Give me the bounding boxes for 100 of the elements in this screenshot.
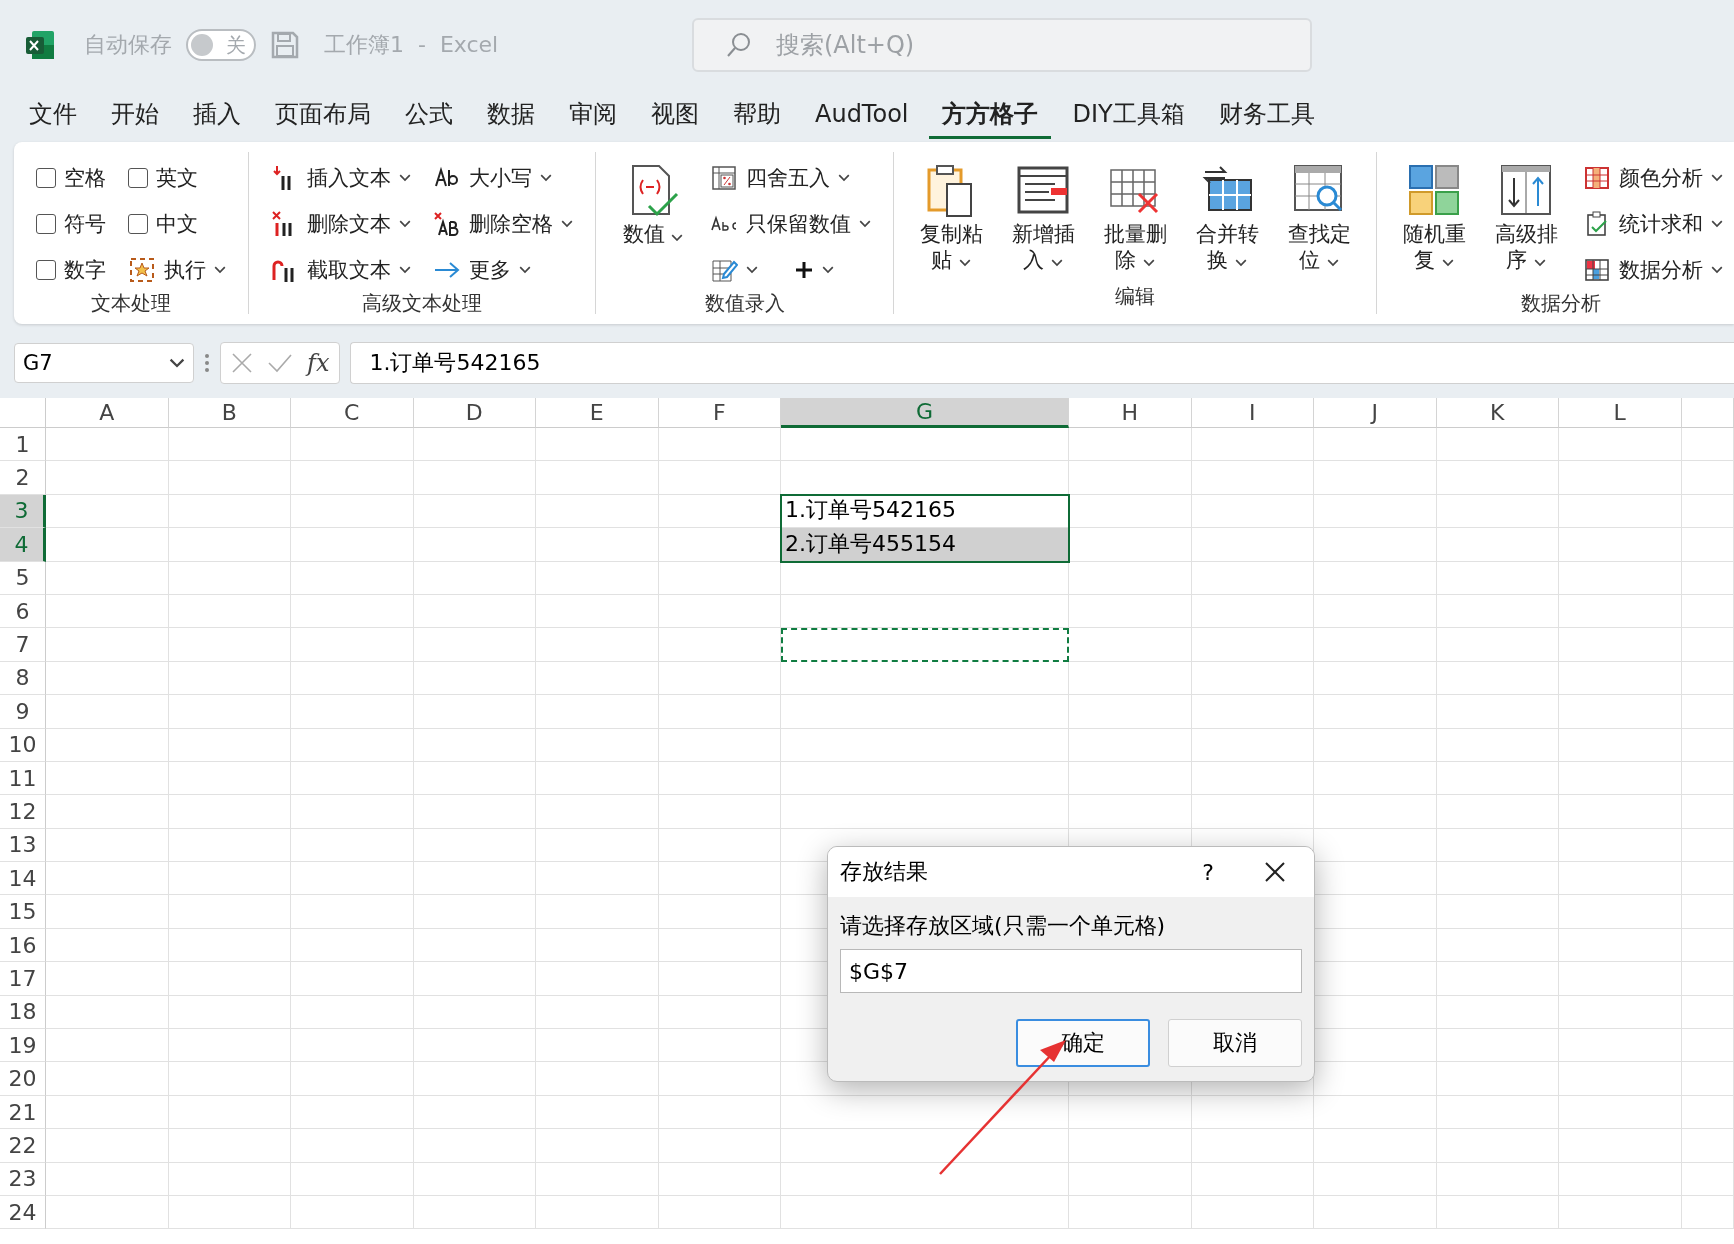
column-header[interactable] [1681, 398, 1734, 428]
sort-columns-icon [1498, 162, 1554, 218]
dialog-button[interactable]: 确定 [1016, 1019, 1150, 1067]
ribbon-large-button[interactable]: 高级排序 [1491, 158, 1561, 274]
caret-icon [1326, 259, 1339, 267]
ribbon-large-button[interactable]: 新增插入 [1008, 158, 1078, 274]
ribbon-menu-button[interactable]: 执行 [128, 250, 226, 290]
row-header[interactable]: 6 [0, 594, 46, 629]
ribbon-checkbox[interactable]: 数字 [36, 250, 106, 290]
close-icon[interactable] [1264, 861, 1286, 883]
ribbon-menu-button[interactable]: 插入文本 [271, 158, 411, 198]
row-header[interactable]: 9 [0, 695, 46, 729]
table-cell [1681, 1062, 1734, 1096]
menu-tab[interactable]: 数据 [474, 93, 548, 139]
column-header[interactable]: B [168, 398, 291, 428]
menu-tab[interactable]: 财务工具 [1205, 93, 1328, 139]
ribbon-large-button[interactable]: 合并转换 [1192, 158, 1262, 274]
menu-tab[interactable]: 帮助 [720, 93, 794, 139]
menu-tab[interactable]: 公式 [392, 93, 466, 139]
row-header[interactable]: 22 [0, 1129, 46, 1163]
column-header[interactable]: J [1314, 398, 1437, 428]
ribbon-menu-button[interactable]: 统计求和 [1583, 204, 1723, 244]
check-icon[interactable] [267, 353, 293, 373]
ribbon-large-button[interactable]: 随机重复 [1399, 158, 1469, 274]
menu-tab[interactable]: 页面布局 [262, 93, 384, 139]
color-tiles-icon [1406, 162, 1462, 218]
ribbon-large-button[interactable]: 查找定位 [1284, 158, 1354, 274]
ribbon-large-button[interactable]: 数值 [618, 158, 688, 248]
row-header[interactable]: 16 [0, 928, 46, 963]
dialog-prompt: 请选择存放区域(只需一个单元格) [840, 912, 1167, 940]
row-header[interactable]: 10 [0, 728, 46, 762]
help-button[interactable]: ? [1202, 859, 1214, 885]
ribbon-menu-button[interactable]: 四舍五入 [710, 158, 871, 198]
caret-icon [1441, 259, 1454, 267]
row-header[interactable]: 12 [0, 795, 46, 829]
menu-tab[interactable]: AudTool [802, 95, 922, 137]
column-header[interactable]: G [781, 398, 1069, 428]
row-header[interactable]: 7 [0, 628, 46, 662]
row-header[interactable]: 5 [0, 561, 46, 595]
search-field[interactable]: 搜索(Alt+Q) [692, 18, 1312, 72]
range-input-field[interactable]: $G$7 [840, 949, 1302, 993]
column-header[interactable]: A [46, 398, 169, 428]
ribbon-large-button[interactable]: 复制粘贴 [916, 158, 986, 274]
row-header[interactable]: 18 [0, 995, 46, 1030]
column-header[interactable]: F [658, 398, 781, 428]
ribbon-group-label: 数据分析 [1520, 290, 1602, 317]
column-header[interactable]: D [413, 398, 536, 428]
ribbon-large-button[interactable]: 批量删除 [1100, 158, 1170, 274]
row-header[interactable]: 21 [0, 1095, 46, 1130]
table-cell [1681, 1095, 1734, 1130]
row-header[interactable]: 8 [0, 661, 46, 696]
spreadsheet-logo[interactable] [24, 29, 56, 61]
dialog-button[interactable]: 取消 [1168, 1019, 1302, 1067]
row-header[interactable]: 20 [0, 1062, 46, 1096]
row-header[interactable]: 13 [0, 828, 46, 863]
select-all-corner[interactable] [0, 398, 46, 428]
cancel-icon[interactable] [231, 352, 253, 374]
column-header[interactable]: H [1069, 398, 1192, 428]
formula-field[interactable]: 1.订单号542165 [350, 342, 1734, 384]
row-header[interactable]: 1 [0, 428, 46, 462]
menu-tab[interactable]: 插入 [180, 93, 254, 139]
caret-icon [838, 174, 850, 182]
ribbon-menu-button[interactable]: 更多 [433, 250, 573, 290]
row-header[interactable]: 23 [0, 1162, 46, 1196]
ribbon-checkbox[interactable]: 符号 [36, 204, 106, 244]
row-header[interactable]: 4 [0, 528, 46, 562]
row-header[interactable]: 14 [0, 862, 46, 896]
ribbon-menu-button[interactable]: 截取文本 [271, 250, 411, 290]
menu-tab[interactable]: DIY工具箱 [1059, 93, 1198, 139]
ribbon-checkbox[interactable]: 英文 [128, 158, 226, 198]
menu-tab[interactable]: 方方格子 [929, 93, 1052, 139]
column-header[interactable]: C [291, 398, 414, 428]
table-cell [1681, 561, 1734, 595]
name-box[interactable]: G7 [14, 343, 194, 383]
row-header[interactable]: 3 [0, 494, 46, 529]
column-header[interactable]: I [1191, 398, 1314, 428]
ribbon-checkbox[interactable]: 空格 [36, 158, 106, 198]
row-header[interactable]: 15 [0, 895, 46, 929]
menu-tab[interactable]: 文件 [16, 93, 90, 139]
menu-tab[interactable]: 开始 [98, 93, 172, 139]
ribbon-checkbox[interactable]: 中文 [128, 204, 226, 244]
row-header[interactable]: 2 [0, 461, 46, 495]
column-header[interactable]: K [1436, 398, 1559, 428]
ribbon-menu-button[interactable]: 删除空格 [433, 204, 573, 244]
row-header[interactable]: 11 [0, 761, 46, 796]
ribbon-menu-button[interactable]: 只保留数值 [710, 204, 871, 244]
table-cell [1681, 628, 1734, 662]
ribbon-menu-button[interactable]: 大小写 [433, 158, 573, 198]
ribbon-menu-button[interactable]: 数据分析 [1583, 250, 1723, 290]
column-header[interactable]: L [1559, 398, 1682, 428]
ribbon-menu-button[interactable]: 删除文本 [271, 204, 411, 244]
row-header[interactable]: 19 [0, 1029, 46, 1063]
menu-tab[interactable]: 视图 [638, 93, 712, 139]
save-icon[interactable] [270, 30, 300, 60]
insert-function-button[interactable]: fx [307, 349, 330, 377]
menu-tab[interactable]: 审阅 [556, 93, 630, 139]
row-header[interactable]: 24 [0, 1196, 46, 1230]
ribbon-menu-button[interactable]: 颜色分析 [1583, 158, 1723, 198]
row-header[interactable]: 17 [0, 962, 46, 996]
column-header[interactable]: E [536, 398, 659, 428]
